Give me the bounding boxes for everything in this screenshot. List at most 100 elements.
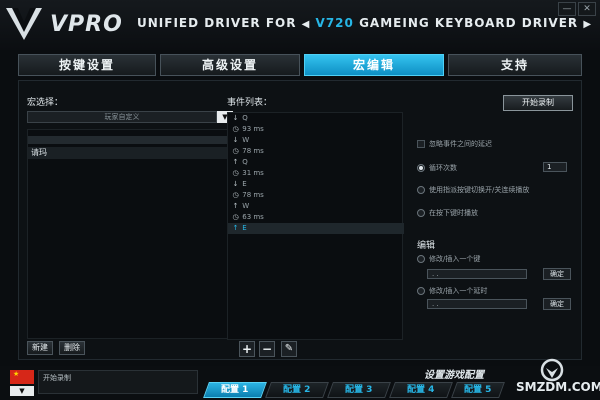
clock-icon: ◷	[232, 213, 239, 221]
confirm-delay-button[interactable]: 确定	[543, 298, 571, 310]
event-row-selected[interactable]: ↑ E	[228, 223, 404, 234]
profile-tab-label: 配置 4	[407, 385, 435, 395]
toggle-play-radio[interactable]	[417, 186, 425, 194]
arrow-up-icon: ↑	[232, 202, 239, 210]
main-tabs: 按键设置 高级设置 宏编辑 支持	[18, 54, 582, 76]
new-macro-button[interactable]: 新建	[27, 341, 53, 355]
prev-model-icon[interactable]: ◀	[302, 19, 311, 30]
event-text: Q	[242, 158, 248, 166]
event-row[interactable]: ↓ Q	[228, 113, 404, 124]
event-row[interactable]: ◷ 78 ms	[228, 190, 404, 201]
clock-icon: ◷	[232, 169, 239, 177]
clock-icon: ◷	[232, 191, 239, 199]
remove-event-icon[interactable]: −	[259, 341, 275, 357]
tab-advanced-settings[interactable]: 高级设置	[160, 54, 300, 76]
title-bar: VPRO UNIFIED DRIVER FOR ◀ V720 GAMEING K…	[0, 0, 600, 50]
minimize-button[interactable]: —	[558, 2, 576, 16]
next-model-icon[interactable]: ▶	[583, 19, 592, 30]
profile-tab-1[interactable]: 配置 1	[203, 382, 267, 398]
event-text: 78 ms	[242, 147, 264, 155]
event-row[interactable]: ◷ 93 ms	[228, 124, 404, 135]
language-dropdown-icon[interactable]: ▼	[10, 386, 34, 396]
macro-list[interactable]: 请玛	[27, 129, 234, 339]
title-suffix: GAMEING KEYBOARD DRIVER	[359, 16, 579, 30]
china-flag-icon[interactable]: ★	[10, 370, 34, 384]
macro-select-label: 宏选择：	[27, 98, 64, 108]
toggle-play-label: 使用指派按键切换开/关连续播放	[429, 186, 530, 194]
edit-section-title: 编辑	[417, 241, 436, 251]
clock-icon: ◷	[232, 125, 239, 133]
title-prefix: UNIFIED DRIVER FOR	[137, 16, 297, 30]
tab-macro-editor[interactable]: 宏编辑	[304, 54, 444, 76]
profile-tab-label: 配置 3	[345, 385, 373, 395]
event-row[interactable]: ↑ W	[228, 201, 404, 212]
event-row[interactable]: ↓ W	[228, 135, 404, 146]
start-recording-button[interactable]: 开始录制	[503, 95, 573, 111]
event-text: Q	[242, 114, 248, 122]
confirm-key-button[interactable]: 确定	[543, 268, 571, 280]
macro-list-item[interactable]: 请玛	[28, 147, 234, 159]
hold-play-option[interactable]: 在按下键时播放	[417, 208, 478, 218]
loop-count-option[interactable]: 循环次数	[417, 163, 457, 173]
event-row[interactable]: ◷ 78 ms	[228, 146, 404, 157]
tab-support[interactable]: 支持	[448, 54, 582, 76]
arrow-down-icon: ↓	[232, 136, 239, 144]
modify-key-radio[interactable]	[417, 255, 425, 263]
watermark-text: SMZDM.COM	[516, 380, 600, 394]
event-text: 78 ms	[242, 191, 264, 199]
ignore-delay-option[interactable]: 忽略事件之间的延迟	[417, 139, 492, 149]
model-name: V720	[315, 16, 354, 30]
close-button[interactable]: ✕	[578, 2, 596, 16]
event-text: E	[242, 224, 247, 232]
event-text: 31 ms	[242, 169, 264, 177]
modify-key-option[interactable]: 修改/插入一个键	[417, 254, 480, 264]
delete-macro-button[interactable]: 删除	[59, 341, 85, 355]
profile-caption: 设置游戏配置	[424, 370, 484, 381]
modify-delay-option[interactable]: 修改/插入一个延时	[417, 286, 487, 296]
brand-logo-text: VPRO	[50, 12, 123, 37]
flag-star-icon: ★	[13, 370, 20, 378]
profile-tab-4[interactable]: 配置 4	[389, 382, 453, 398]
event-text: E	[242, 180, 247, 188]
loop-count-radio[interactable]	[417, 164, 425, 172]
macro-editor-panel: 宏选择： 玩家自定义 ▼ 请玛 新建 删除 事件列表： ↓ Q ◷ 93 ms …	[18, 80, 582, 360]
arrow-down-icon: ↓	[232, 180, 239, 188]
event-row[interactable]: ↑ Q	[228, 157, 404, 168]
event-text: W	[242, 202, 250, 210]
modify-delay-label: 修改/插入一个延时	[429, 287, 488, 295]
event-row[interactable]: ◷ 31 ms	[228, 168, 404, 179]
modify-key-label: 修改/插入一个键	[429, 255, 481, 263]
profile-tab-label: 配置 2	[283, 385, 311, 395]
modify-delay-radio[interactable]	[417, 287, 425, 295]
window-title: UNIFIED DRIVER FOR ◀ V720 GAMEING KEYBOA…	[137, 16, 592, 30]
status-box: 开始录制	[38, 370, 198, 394]
event-list[interactable]: ↓ Q ◷ 93 ms ↓ W ◷ 78 ms ↑ Q ◷ 31 ms ↓ E …	[227, 112, 404, 340]
toggle-play-option[interactable]: 使用指派按键切换开/关连续播放	[417, 185, 529, 195]
tab-key-settings[interactable]: 按键设置	[18, 54, 156, 76]
event-text: 63 ms	[242, 213, 264, 221]
loop-count-label: 循环次数	[429, 164, 457, 172]
ignore-delay-checkbox[interactable]	[417, 140, 425, 148]
hold-play-radio[interactable]	[417, 209, 425, 217]
edit-event-icon[interactable]: ✎	[281, 341, 297, 357]
clock-icon: ◷	[232, 147, 239, 155]
hold-play-label: 在按下键时播放	[429, 209, 478, 217]
profile-tab-5[interactable]: 配置 5	[451, 382, 505, 398]
event-list-label: 事件列表：	[227, 98, 273, 108]
event-text: W	[242, 136, 250, 144]
modify-key-field[interactable]: . .	[427, 269, 527, 279]
arrow-down-icon: ↓	[232, 114, 239, 122]
ignore-delay-label: 忽略事件之间的延迟	[429, 140, 492, 148]
add-event-icon[interactable]: +	[239, 341, 255, 357]
event-text: 93 ms	[242, 125, 264, 133]
vpro-logo-icon	[6, 8, 42, 40]
arrow-up-icon: ↑	[232, 224, 239, 232]
modify-delay-field[interactable]: . .	[427, 299, 527, 309]
event-row[interactable]: ◷ 63 ms	[228, 212, 404, 223]
profile-tab-2[interactable]: 配置 2	[265, 382, 329, 398]
event-row[interactable]: ↓ E	[228, 179, 404, 190]
macro-select[interactable]: 玩家自定义	[27, 111, 217, 123]
profile-tab-label: 配置 5	[464, 385, 492, 395]
loop-count-input[interactable]: 1	[543, 162, 567, 172]
profile-tab-3[interactable]: 配置 3	[327, 382, 391, 398]
